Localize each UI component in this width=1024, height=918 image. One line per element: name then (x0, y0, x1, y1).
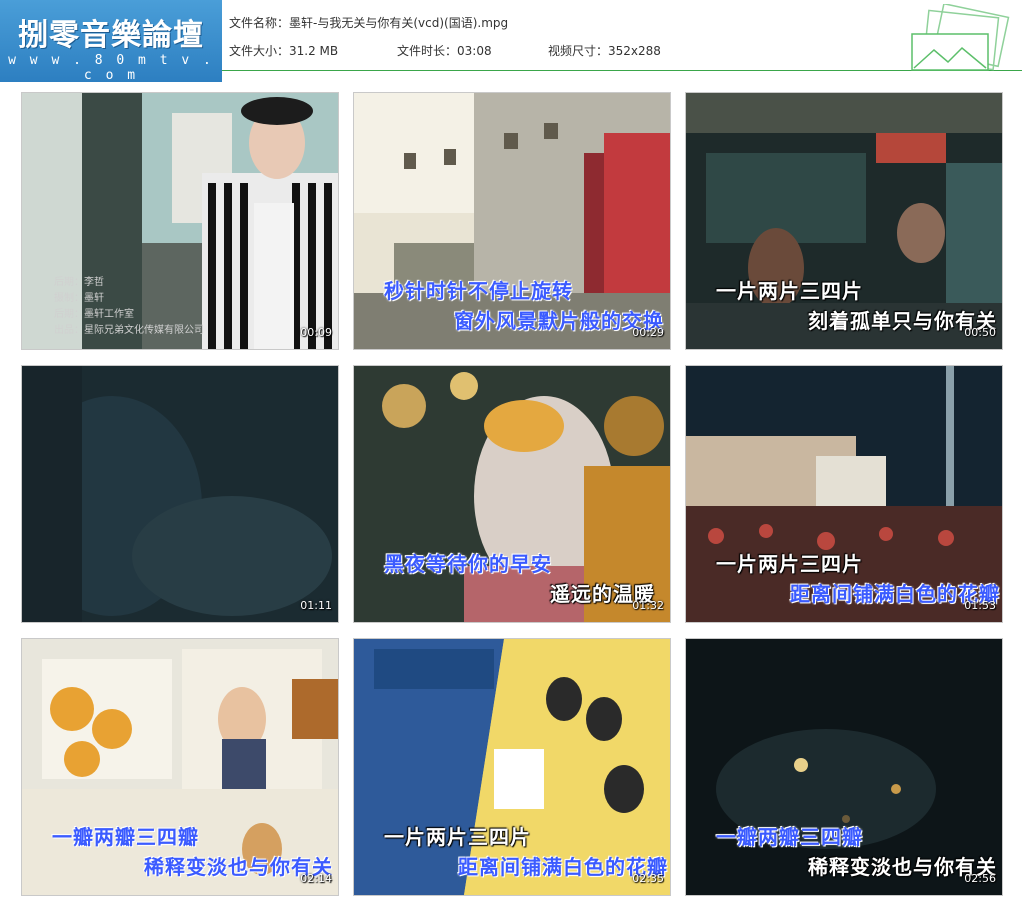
video-thumbnail[interactable]: 秒针时针不停止旋转 窗外风景默片般的交换 00:29 (353, 92, 671, 350)
video-thumbnail[interactable]: 一瓣两瓣三四瓣 稀释变淡也与你有关 02:56 (685, 638, 1003, 896)
logo-url: w w w . 8 0 m t v . c o m (8, 53, 214, 83)
video-thumbnail[interactable]: 黑夜等待你的早安 遥远的温暖 01:32 (353, 365, 671, 623)
video-dimensions-label: 视频尺寸： (548, 44, 609, 58)
lyric-line-1: 一片两片三四片 (716, 552, 863, 576)
video-credits: 后期：李哲 摄制：墨轩 后期：墨轩工作室 出品：星际兄弟文化传媒有限公司 (54, 277, 204, 336)
thumbnail-timestamp: 01:32 (632, 599, 664, 612)
lyric-line-1: 秒针时针不停止旋转 (384, 279, 573, 303)
file-size-row: 文件大小：31.2 MB (229, 42, 338, 59)
video-thumbnail[interactable]: 一片两片三四片 刻着孤单只与你有关 00:50 (685, 92, 1003, 350)
file-size-label: 文件大小： (229, 44, 290, 58)
green-folders-icon (911, 4, 1010, 71)
file-name-label: 文件名称： (229, 16, 290, 30)
thumbnail-timestamp: 02:35 (632, 872, 664, 885)
file-name-value: 墨轩-与我无关与你有关(vcd)(国语).mpg (289, 16, 509, 30)
video-thumbnail[interactable]: 一瓣两瓣三四瓣 稀释变淡也与你有关 02:14 (21, 638, 339, 896)
site-logo[interactable]: 捌零音樂論壇 w w w . 8 0 m t v . c o m (0, 0, 222, 83)
video-thumbnail[interactable]: 后期：李哲 摄制：墨轩 后期：墨轩工作室 出品：星际兄弟文化传媒有限公司 00:… (21, 92, 339, 350)
file-duration-label: 文件时长： (397, 44, 458, 58)
file-size-value: 31.2 MB (289, 44, 339, 58)
lyric-line-1: 黑夜等待你的早安 (384, 552, 552, 576)
lyric-line-1: 一瓣两瓣三四瓣 (716, 825, 863, 849)
video-thumbnail[interactable]: 01:11 (21, 365, 339, 623)
thumbnail-timestamp: 00:09 (300, 326, 332, 339)
thumbnail-image (22, 366, 338, 622)
lyric-line-1: 一片两片三四片 (384, 825, 531, 849)
thumbnail-timestamp: 00:50 (964, 326, 996, 339)
file-duration-value: 03:08 (457, 44, 492, 58)
header-divider (222, 70, 1022, 71)
video-thumbnail[interactable]: 一片两片三四片 距离间铺满白色的花瓣 01:53 (685, 365, 1003, 623)
thumbnail-timestamp: 02:56 (964, 872, 996, 885)
video-dimensions-value: 352x288 (608, 44, 661, 58)
thumbnail-timestamp: 01:11 (300, 599, 332, 612)
file-info-header: 捌零音樂論壇 w w w . 8 0 m t v . c o m 文件名称：墨轩… (0, 0, 1024, 83)
file-duration-row: 文件时长：03:08 (397, 42, 492, 59)
thumbnail-timestamp: 02:14 (300, 872, 332, 885)
lyric-line-1: 一片两片三四片 (716, 279, 863, 303)
lyric-line-1: 一瓣两瓣三四瓣 (52, 825, 199, 849)
video-thumbnail[interactable]: 一片两片三四片 距离间铺满白色的花瓣 02:35 (353, 638, 671, 896)
video-dimensions-row: 视频尺寸：352x288 (548, 42, 661, 59)
thumbnail-timestamp: 00:29 (632, 326, 664, 339)
logo-title: 捌零音樂論壇 (18, 18, 204, 53)
thumbnail-timestamp: 01:53 (964, 599, 996, 612)
file-name-row: 文件名称：墨轩-与我无关与你有关(vcd)(国语).mpg (229, 14, 508, 31)
